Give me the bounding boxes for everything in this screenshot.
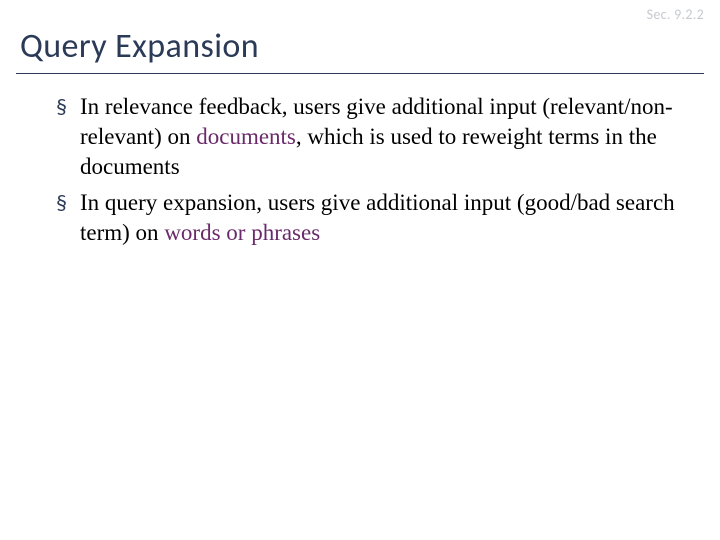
- bullet-item: § In query expansion, users give additio…: [56, 188, 680, 248]
- bullet-text: In relevance feedback, users give additi…: [80, 92, 680, 182]
- bullet-item: § In relevance feedback, users give addi…: [56, 92, 680, 182]
- bullet-accent: words or phrases: [164, 220, 320, 245]
- bullet-mark-icon: §: [56, 92, 74, 122]
- bullet-text: In query expansion, users give additiona…: [80, 188, 680, 248]
- slide: Sec. 9.2.2 Query Expansion § In relevanc…: [0, 0, 720, 540]
- section-label: Sec. 9.2.2: [647, 6, 704, 23]
- title-underline: [16, 73, 704, 74]
- bullet-mark-icon: §: [56, 188, 74, 218]
- bullet-accent: documents: [196, 124, 296, 149]
- slide-body: § In relevance feedback, users give addi…: [0, 92, 720, 248]
- slide-title: Query Expansion: [0, 0, 720, 73]
